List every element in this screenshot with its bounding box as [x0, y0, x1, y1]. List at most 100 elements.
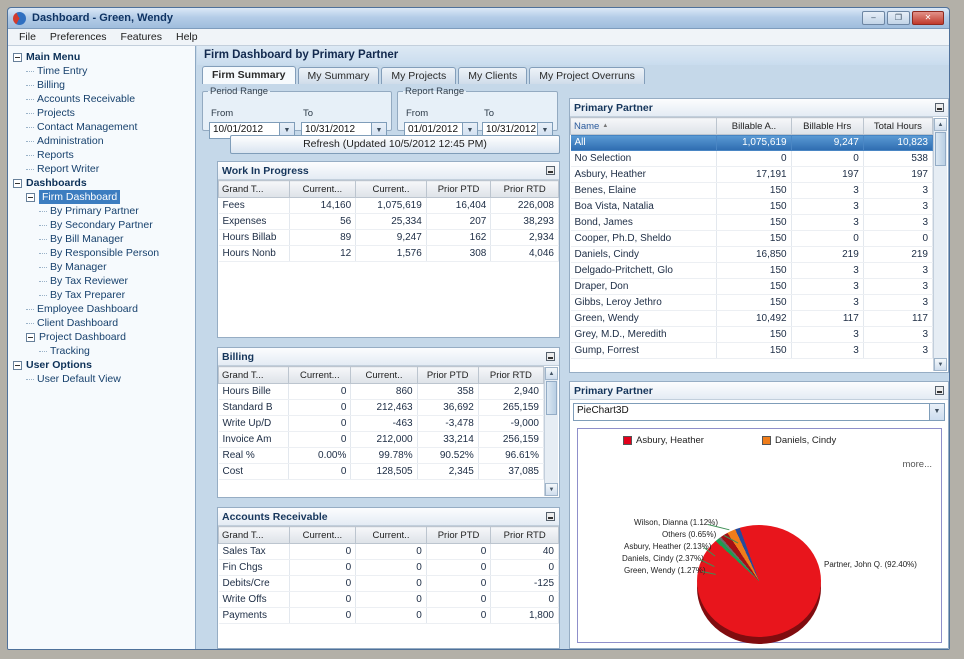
cell-value: -463	[351, 416, 417, 432]
refresh-button[interactable]: Refresh (Updated 10/5/2012 12:45 PM)	[230, 135, 560, 154]
legend-more-link[interactable]: more...	[902, 459, 932, 470]
expander-icon[interactable]	[26, 193, 35, 202]
minimize-button[interactable]	[862, 11, 885, 25]
scrollbar[interactable]: ▲▼	[933, 118, 947, 371]
chevron-down-icon[interactable]: ▼	[929, 404, 944, 420]
table-row[interactable]: Draper, Don15033	[571, 279, 933, 295]
tree-item-by-tax-preparer[interactable]: By Tax Preparer	[8, 288, 195, 302]
col-header-current[interactable]: Current...	[289, 367, 351, 384]
tree-item-administration[interactable]: Administration	[8, 134, 195, 148]
legend-item-asbury-heather[interactable]: Asbury, Heather	[623, 435, 704, 446]
table-row[interactable]: No Selection00538	[571, 151, 933, 167]
panel-menu-icon[interactable]	[935, 103, 944, 112]
tab-my-summary[interactable]: My Summary	[298, 67, 380, 84]
col-header-current[interactable]: Current...	[289, 181, 356, 198]
table-row[interactable]: Asbury, Heather17,191197197	[571, 167, 933, 183]
table-row[interactable]: Cooper, Ph.D, Sheldo15000	[571, 231, 933, 247]
tree-item-firm-dashboard[interactable]: Firm Dashboard	[8, 190, 195, 204]
tree-item-client-dashboard[interactable]: Client Dashboard	[8, 316, 195, 330]
tab-firm-summary[interactable]: Firm Summary	[202, 66, 296, 84]
panel-header: Work In Progress	[218, 162, 559, 180]
tab-my-projects[interactable]: My Projects	[381, 67, 456, 84]
cell-value: 0	[356, 560, 427, 576]
col-header-prior-rtd[interactable]: Prior RTD	[491, 181, 559, 198]
tree-item-by-bill-manager[interactable]: By Bill Manager	[8, 232, 195, 246]
tree-item-by-secondary-partner[interactable]: By Secondary Partner	[8, 218, 195, 232]
menu-preferences[interactable]: Preferences	[43, 30, 114, 44]
maximize-button[interactable]	[887, 11, 910, 25]
chart-type-select[interactable]: PieChart3D ▼	[573, 403, 945, 421]
table-row[interactable]: Benes, Elaine15033	[571, 183, 933, 199]
col-header-prior-rtd[interactable]: Prior RTD	[478, 367, 543, 384]
table-row[interactable]: All1,075,6199,24710,823	[571, 135, 933, 151]
scroll-up-button[interactable]: ▲	[545, 367, 558, 380]
expander-icon[interactable]	[26, 333, 35, 342]
tree-item-report-writer[interactable]: Report Writer	[8, 162, 195, 176]
tree-tick	[26, 141, 34, 142]
tree-item-employee-dashboard[interactable]: Employee Dashboard	[8, 302, 195, 316]
tree-item-accounts-receivable[interactable]: Accounts Receivable	[8, 92, 195, 106]
scroll-thumb[interactable]	[935, 132, 946, 166]
col-header-grand-t[interactable]: Grand T...	[219, 181, 290, 198]
tree-item-by-primary-partner[interactable]: By Primary Partner	[8, 204, 195, 218]
table-row[interactable]: Green, Wendy10,492117117	[571, 311, 933, 327]
scroll-thumb[interactable]	[546, 381, 557, 415]
table-row[interactable]: Daniels, Cindy16,850219219	[571, 247, 933, 263]
menu-file[interactable]: File	[12, 30, 43, 44]
legend-item-daniels-cindy[interactable]: Daniels, Cindy	[762, 435, 836, 446]
tree-item-user-options[interactable]: User Options	[8, 358, 195, 372]
col-header-grand-t[interactable]: Grand T...	[219, 527, 290, 544]
pie-chart[interactable]	[697, 525, 821, 637]
tree-item-by-manager[interactable]: By Manager	[8, 260, 195, 274]
tree-item-contact-management[interactable]: Contact Management	[8, 120, 195, 134]
expander-icon[interactable]	[13, 179, 22, 188]
cell-value: 3	[863, 279, 932, 295]
table-row[interactable]: Gibbs, Leroy Jethro15033	[571, 295, 933, 311]
tree-item-by-tax-reviewer[interactable]: By Tax Reviewer	[8, 274, 195, 288]
tree-item-label: By Secondary Partner	[50, 218, 153, 232]
col-header-prior-rtd[interactable]: Prior RTD	[491, 527, 559, 544]
col-header-prior-ptd[interactable]: Prior PTD	[426, 527, 491, 544]
col-header-name[interactable]: Name▲	[571, 118, 717, 135]
panel-menu-icon[interactable]	[546, 166, 555, 175]
col-header-total-hours[interactable]: Total Hours	[863, 118, 932, 135]
panel-menu-icon[interactable]	[546, 512, 555, 521]
scroll-down-button[interactable]: ▼	[545, 483, 558, 496]
col-header-current[interactable]: Current..	[356, 527, 427, 544]
menu-features[interactable]: Features	[114, 30, 169, 44]
col-header-current[interactable]: Current..	[351, 367, 417, 384]
tree-item-project-dashboard[interactable]: Project Dashboard	[8, 330, 195, 344]
tab-my-project-overruns[interactable]: My Project Overruns	[529, 67, 645, 84]
expander-icon[interactable]	[13, 53, 22, 62]
close-button[interactable]	[912, 11, 944, 25]
tree-item-tracking[interactable]: Tracking	[8, 344, 195, 358]
menu-help[interactable]: Help	[169, 30, 205, 44]
col-header-billable-a[interactable]: Billable A..	[717, 118, 791, 135]
table-row[interactable]: Grey, M.D., Meredith15033	[571, 327, 933, 343]
table-row[interactable]: Delgado-Pritchett, Glo15033	[571, 263, 933, 279]
col-header-current[interactable]: Current...	[289, 527, 356, 544]
tab-my-clients[interactable]: My Clients	[458, 67, 527, 84]
tree-item-projects[interactable]: Projects	[8, 106, 195, 120]
tree-item-by-responsible-person[interactable]: By Responsible Person	[8, 246, 195, 260]
expander-icon[interactable]	[13, 361, 22, 370]
tree-item-reports[interactable]: Reports	[8, 148, 195, 162]
tree-item-main-menu[interactable]: Main Menu	[8, 50, 195, 64]
col-header-prior-ptd[interactable]: Prior PTD	[426, 181, 491, 198]
table-row[interactable]: Bond, James15033	[571, 215, 933, 231]
scroll-up-button[interactable]: ▲	[934, 118, 947, 131]
panel-menu-icon[interactable]	[546, 352, 555, 361]
table-row[interactable]: Boa Vista, Natalia15033	[571, 199, 933, 215]
panel-menu-icon[interactable]	[935, 386, 944, 395]
col-header-prior-ptd[interactable]: Prior PTD	[417, 367, 478, 384]
tree-item-user-default-view[interactable]: User Default View	[8, 372, 195, 386]
table-row[interactable]: Gump, Forrest15033	[571, 343, 933, 359]
tree-item-dashboards[interactable]: Dashboards	[8, 176, 195, 190]
col-header-billable-hrs[interactable]: Billable Hrs	[791, 118, 863, 135]
tree-item-time-entry[interactable]: Time Entry	[8, 64, 195, 78]
col-header-grand-t[interactable]: Grand T...	[219, 367, 289, 384]
scroll-down-button[interactable]: ▼	[934, 358, 947, 371]
scrollbar[interactable]: ▲▼	[544, 367, 558, 496]
col-header-current[interactable]: Current..	[356, 181, 427, 198]
tree-item-billing[interactable]: Billing	[8, 78, 195, 92]
